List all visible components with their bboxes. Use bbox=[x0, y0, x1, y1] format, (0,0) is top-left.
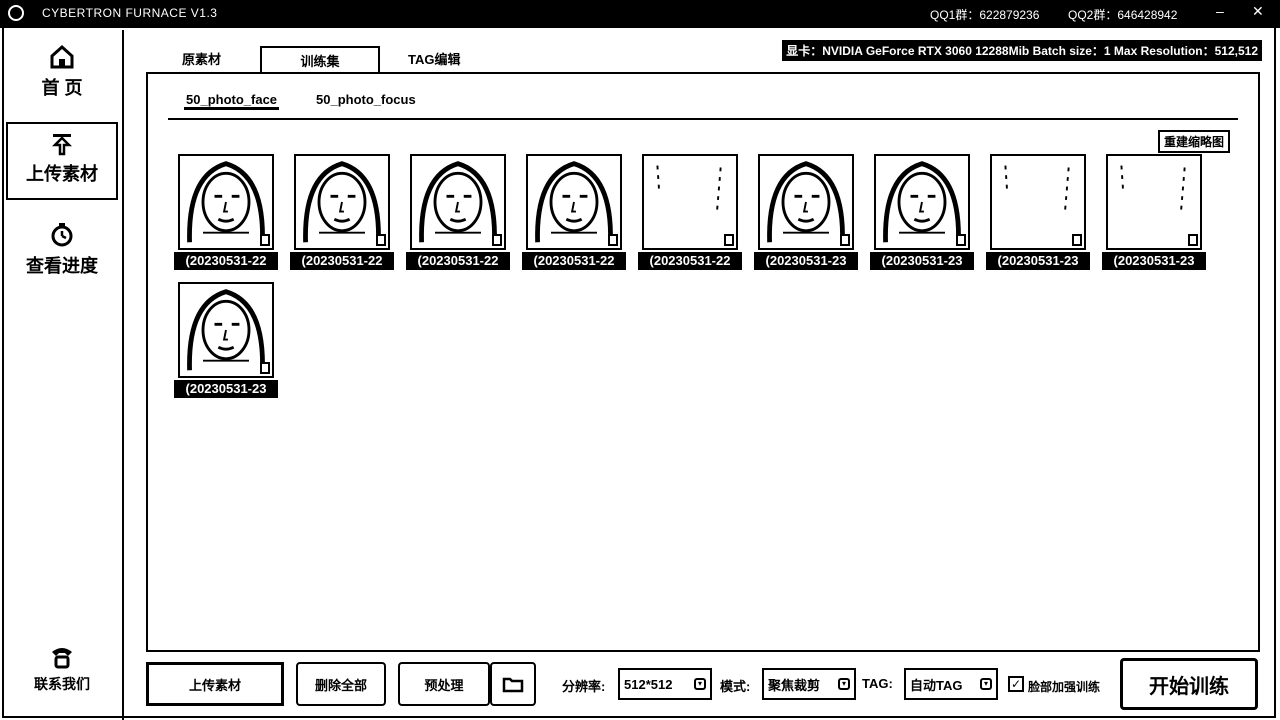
thumbnail-filename: (20230531-23 bbox=[754, 252, 858, 270]
trash-icon[interactable] bbox=[608, 234, 618, 246]
upload-icon bbox=[51, 134, 73, 156]
face-photo-icon bbox=[767, 161, 845, 243]
folder-icon bbox=[502, 677, 524, 693]
training-image-thumbnail[interactable] bbox=[874, 154, 970, 250]
subtab-photo-face[interactable]: 50_photo_face bbox=[184, 92, 280, 110]
face-photo-icon bbox=[187, 289, 265, 371]
thumbnail-filename: (20230531-22 bbox=[174, 252, 278, 270]
mode-label: 模式: bbox=[720, 679, 751, 694]
tag-label: TAG: bbox=[862, 676, 893, 691]
face-enhance-checkbox[interactable]: ✓ bbox=[1008, 676, 1024, 692]
title-bar: CYBERTRON FURNACE V1.3 QQ1群：622879236 QQ… bbox=[0, 0, 1280, 28]
trash-icon[interactable] bbox=[956, 234, 966, 246]
training-image-thumbnail[interactable] bbox=[526, 154, 622, 250]
training-image-thumbnail[interactable] bbox=[410, 154, 506, 250]
app-logo-icon bbox=[8, 5, 24, 21]
training-image-thumbnail[interactable] bbox=[294, 154, 390, 250]
trash-icon[interactable] bbox=[724, 234, 734, 246]
tag-value: 自动TAG bbox=[910, 677, 963, 693]
subtab-divider bbox=[168, 118, 1238, 120]
trash-icon[interactable] bbox=[1188, 234, 1198, 246]
sidebar-item-label: 上传素材 bbox=[26, 164, 98, 184]
training-image-thumbnail[interactable] bbox=[1106, 154, 1202, 250]
open-folder-button[interactable] bbox=[490, 662, 536, 706]
sidebar-item-upload[interactable]: 上传素材 bbox=[6, 122, 118, 200]
progress-icon bbox=[51, 223, 73, 247]
subtab-photo-focus[interactable]: 50_photo_focus bbox=[314, 92, 418, 107]
trash-icon[interactable] bbox=[840, 234, 850, 246]
thumbnail-filename: (20230531-23 bbox=[986, 252, 1090, 270]
thumbnail-filename: (20230531-22 bbox=[522, 252, 626, 270]
qq-group-2: QQ2群：646428942 bbox=[1068, 8, 1178, 22]
face-photo-icon bbox=[419, 161, 497, 243]
thumbnail-filename: (20230531-23 bbox=[870, 252, 974, 270]
sidebar-item-contact[interactable]: 联系我们 bbox=[6, 644, 118, 694]
qq-group-1: QQ1群：622879236 bbox=[930, 8, 1040, 22]
training-image-thumbnail[interactable] bbox=[178, 282, 274, 378]
resolution-select[interactable]: 512*512 ▾ bbox=[618, 668, 712, 700]
check-icon: ✓ bbox=[1010, 677, 1022, 691]
sidebar-item-home[interactable]: 首 页 bbox=[6, 44, 118, 100]
blank-photo-icon bbox=[1120, 165, 1186, 214]
resolution-value: 512*512 bbox=[624, 676, 673, 692]
sidebar-item-label: 首 页 bbox=[41, 78, 83, 98]
trash-icon[interactable] bbox=[1072, 234, 1082, 246]
upload-material-button[interactable]: 上传素材 bbox=[146, 662, 284, 706]
face-photo-icon bbox=[883, 161, 961, 243]
minimize-button[interactable]: – bbox=[1216, 3, 1224, 19]
trash-icon[interactable] bbox=[260, 234, 270, 246]
face-photo-icon bbox=[535, 161, 613, 243]
thumbnail-filename: (20230531-22 bbox=[638, 252, 742, 270]
sidebar-item-progress[interactable]: 查看进度 bbox=[6, 222, 118, 278]
thumbnail-filename: (20230531-22 bbox=[290, 252, 394, 270]
face-enhance-label: 脸部加强训练 bbox=[1028, 680, 1101, 694]
tab-tag-edit[interactable]: TAG编辑 bbox=[390, 46, 478, 74]
chevron-down-icon: ▾ bbox=[980, 678, 992, 690]
app-title: CYBERTRON FURNACE V1.3 bbox=[42, 6, 218, 20]
trash-icon[interactable] bbox=[260, 362, 270, 374]
rebuild-thumbnails-button[interactable]: 重建缩略图 bbox=[1157, 130, 1230, 153]
training-image-thumbnail[interactable] bbox=[758, 154, 854, 250]
gpu-info: 显卡：NVIDIA GeForce RTX 3060 12288Mib Batc… bbox=[782, 40, 1262, 61]
chevron-down-icon: ▾ bbox=[838, 678, 850, 690]
blank-photo-icon bbox=[1004, 165, 1070, 214]
tag-select[interactable]: 自动TAG ▾ bbox=[904, 668, 998, 700]
trash-icon[interactable] bbox=[376, 234, 386, 246]
training-image-thumbnail[interactable] bbox=[642, 154, 738, 250]
mode-select[interactable]: 聚焦裁剪 ▾ bbox=[762, 668, 856, 700]
face-photo-icon bbox=[303, 161, 381, 243]
phone-icon bbox=[52, 648, 72, 669]
sidebar-item-label: 联系我们 bbox=[34, 676, 90, 692]
preprocess-button[interactable]: 预处理 bbox=[398, 662, 490, 706]
blank-photo-icon bbox=[656, 165, 722, 214]
thumbnail-filename: (20230531-22 bbox=[406, 252, 510, 270]
close-button[interactable]: ✕ bbox=[1252, 3, 1264, 20]
tab-raw-material[interactable]: 原素材 bbox=[164, 46, 239, 74]
delete-all-button[interactable]: 删除全部 bbox=[296, 662, 386, 706]
mode-value: 聚焦裁剪 bbox=[768, 677, 821, 693]
trash-icon[interactable] bbox=[492, 234, 502, 246]
training-image-thumbnail[interactable] bbox=[178, 154, 274, 250]
sidebar-item-label: 查看进度 bbox=[26, 256, 98, 276]
chevron-down-icon: ▾ bbox=[694, 678, 706, 690]
thumbnail-filename: (20230531-23 bbox=[1102, 252, 1206, 270]
start-training-button[interactable]: 开始训练 bbox=[1120, 658, 1258, 710]
training-image-thumbnail[interactable] bbox=[990, 154, 1086, 250]
thumbnail-filename: (20230531-23 bbox=[174, 380, 278, 398]
face-photo-icon bbox=[187, 161, 265, 243]
tab-training-set[interactable]: 训练集 bbox=[260, 46, 380, 74]
home-icon bbox=[50, 44, 74, 69]
resolution-label: 分辨率: bbox=[562, 679, 606, 694]
